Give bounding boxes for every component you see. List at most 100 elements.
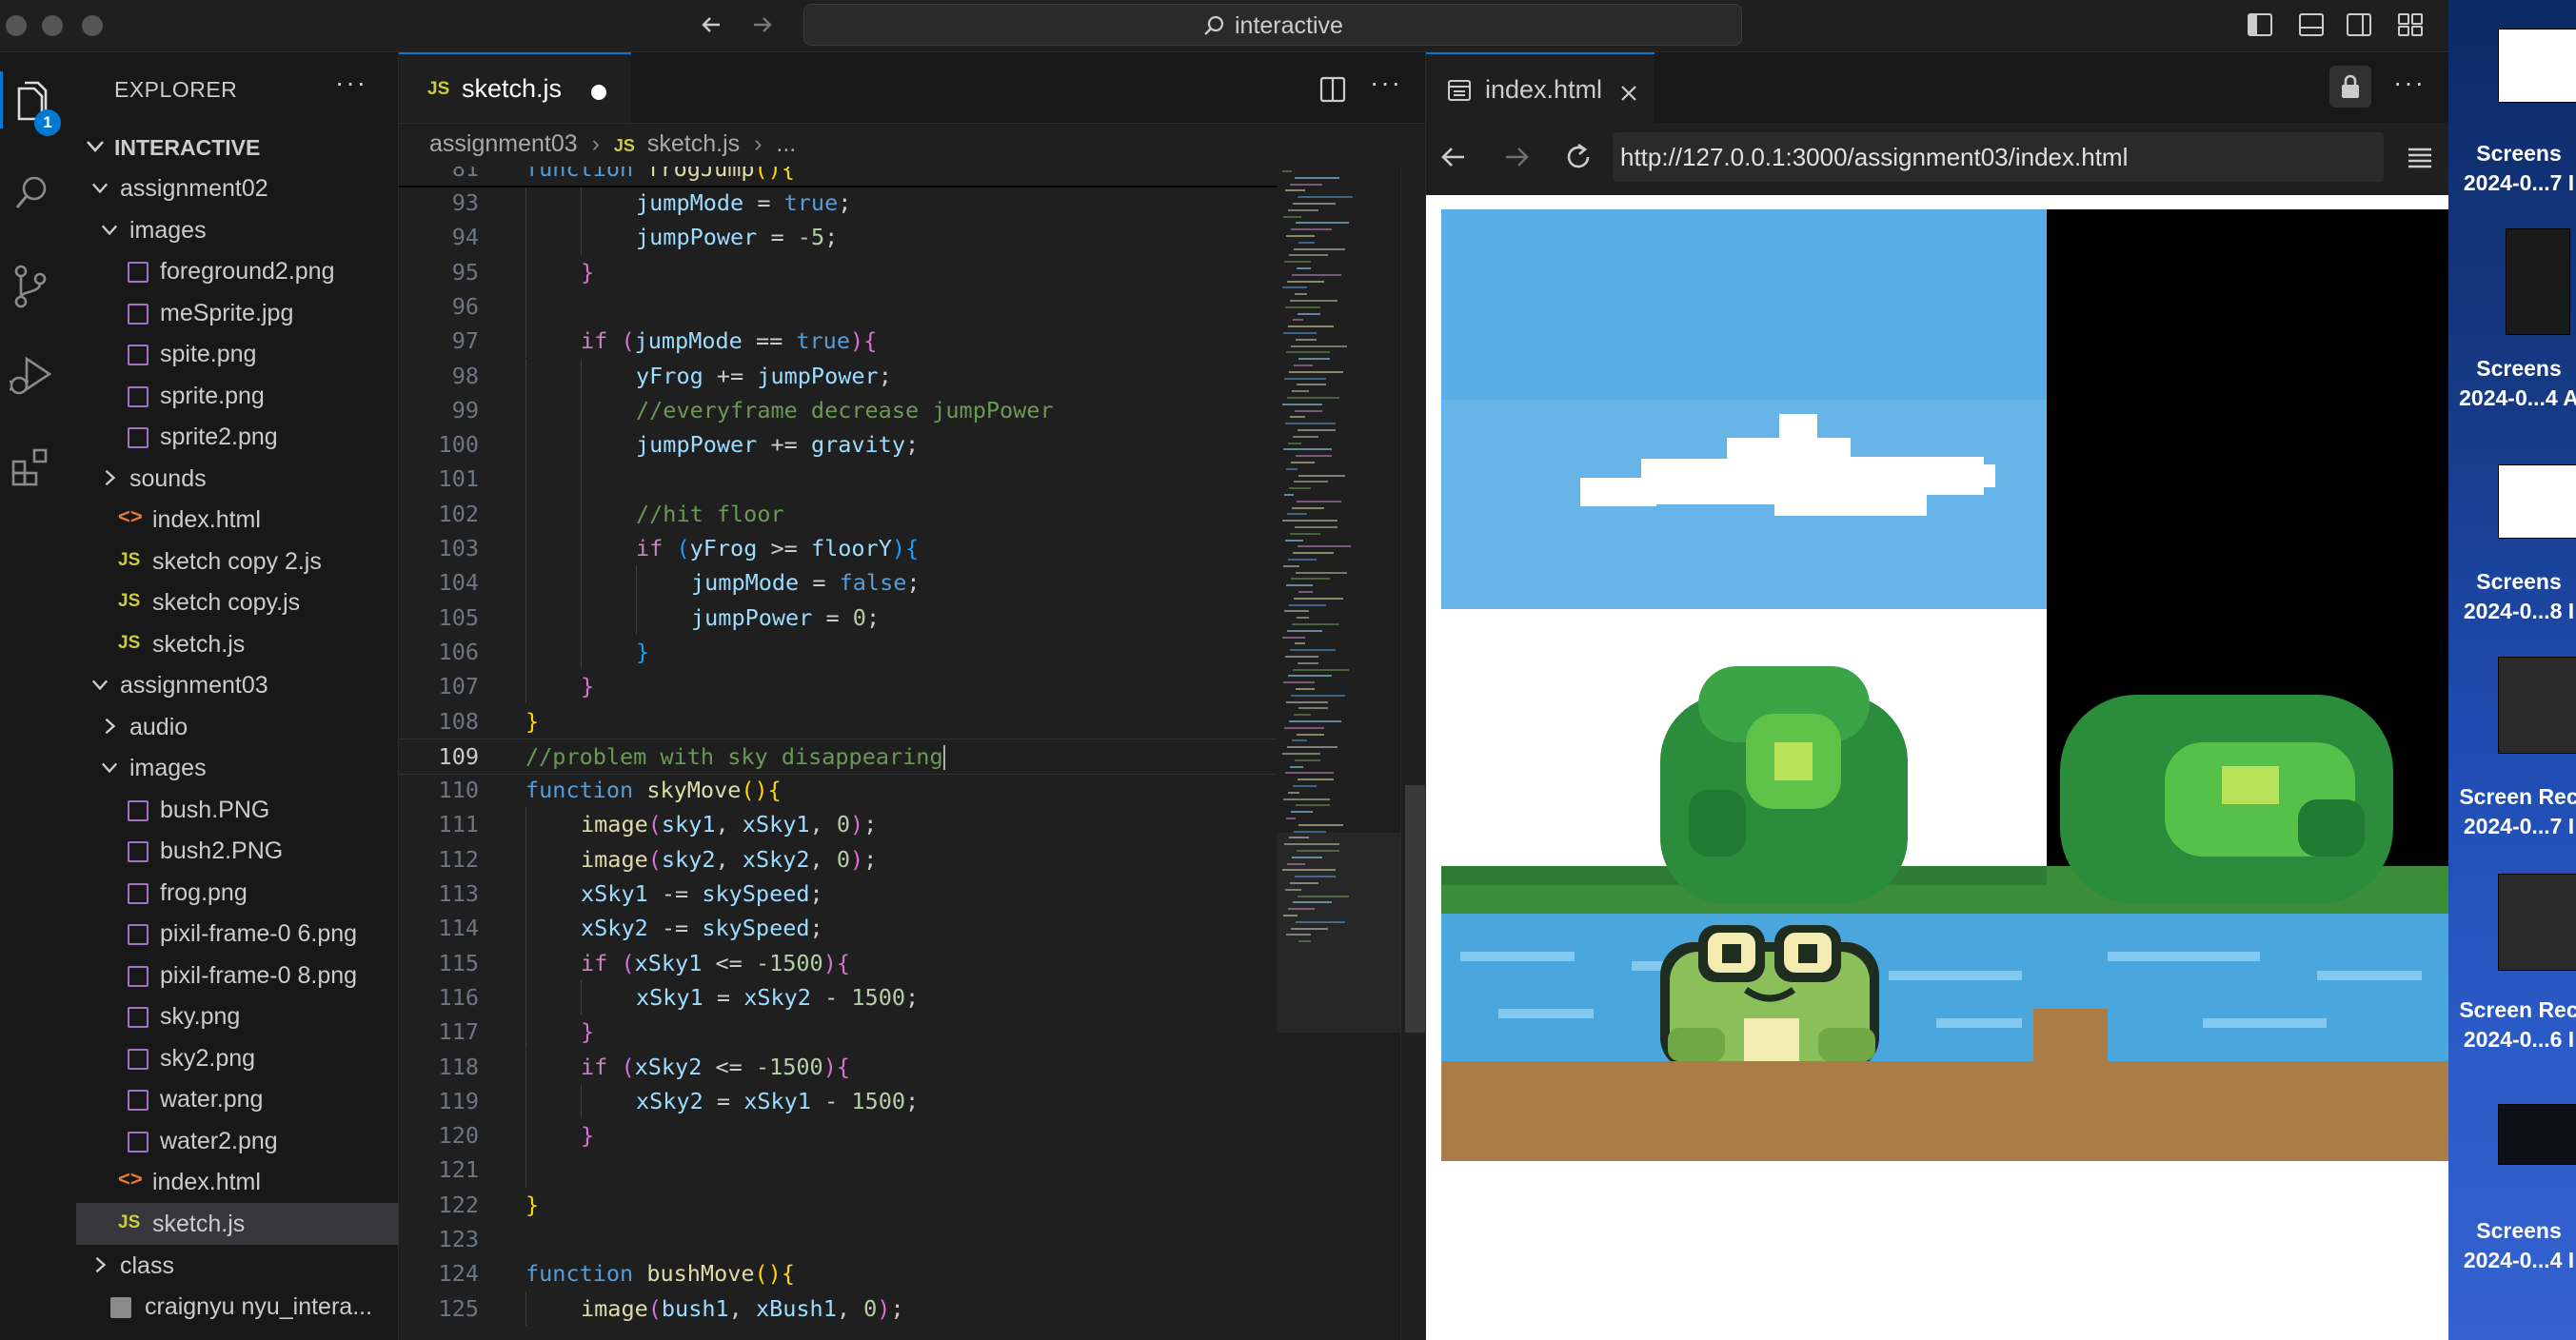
tree-item[interactable]: bush2.PNG [76,830,398,872]
forward-arrow-icon[interactable] [748,11,775,38]
back-arrow-icon[interactable] [1439,144,1468,170]
code-line[interactable]: 125 image(bush1, xBush1, 0); [399,1291,1277,1326]
explorer-more-icon[interactable]: ··· [335,68,367,98]
desktop-file-thumbnail[interactable] [2498,874,2576,971]
tree-item[interactable]: JS sketch.js [76,1203,398,1245]
code-line[interactable]: 120} [399,1118,1277,1153]
toggle-secondary-sidebar-icon[interactable] [2346,11,2372,38]
tree-item[interactable]: class [76,1245,398,1287]
tree-item[interactable]: sounds [76,458,398,500]
close-icon[interactable] [1620,85,1637,102]
unsaved-dot-icon[interactable] [591,85,606,100]
tree-item[interactable]: audio [76,706,398,748]
code-line[interactable]: 123 [399,1222,1277,1256]
code-line[interactable]: 107} [399,669,1277,704]
desktop-file-thumbnail[interactable] [2498,1104,2576,1165]
code-line[interactable]: 114 xSky2 -= skySpeed; [399,911,1277,946]
desktop-file-thumbnail[interactable] [2498,657,2576,754]
tree-item[interactable]: craignyu nyu_intera... [76,1286,398,1328]
tree-item[interactable]: <> index.html [76,1161,398,1203]
breadcrumb-file[interactable]: sketch.js [647,130,740,157]
code-line[interactable]: 101 [399,462,1277,497]
desktop-file-thumbnail[interactable] [2506,228,2570,335]
close-window-button[interactable] [6,15,27,36]
reload-icon[interactable] [1563,142,1594,172]
tree-root[interactable]: INTERACTIVE [76,126,398,168]
code-line[interactable]: 95} [399,254,1277,289]
scrollbar-thumb[interactable] [1405,785,1425,1033]
code-line[interactable]: 100 jumpPower += gravity; [399,427,1277,463]
tree-item[interactable]: water2.png [76,1120,398,1162]
code-line[interactable]: 106} [399,634,1277,670]
code-line[interactable]: 99 //everyframe decrease jumpPower [399,392,1277,428]
browser-more-icon[interactable]: ··· [2393,68,2426,98]
extensions-icon[interactable] [10,446,53,490]
minimap[interactable] [1277,167,1400,1340]
tree-item[interactable]: frog.png [76,872,398,914]
code-line[interactable]: 117} [399,1015,1277,1050]
minimize-window-button[interactable] [42,15,63,36]
split-editor-icon[interactable] [1318,75,1347,104]
tree-item[interactable]: pixil-frame-0 8.png [76,955,398,996]
open-external-menu-icon[interactable] [2407,146,2433,170]
toggle-panel-icon[interactable] [2298,11,2325,38]
code-line[interactable]: 102 //hit floor [399,496,1277,531]
game-canvas[interactable] [1441,209,2449,1161]
code-line[interactable]: 93 jumpMode = true; [399,186,1277,221]
tree-item[interactable]: JS sketch copy 2.js [76,541,398,582]
tree-item[interactable]: assignment02 [76,168,398,209]
code-line[interactable]: 113 xSky1 -= skySpeed; [399,877,1277,912]
breadcrumb-more[interactable]: ... [776,130,796,157]
tree-item[interactable]: sprite.png [76,375,398,417]
tree-item[interactable]: foreground2.png [76,250,398,292]
url-field[interactable]: http://127.0.0.1:3000/assignment03/index… [1613,132,2384,182]
tree-item[interactable]: sky.png [76,995,398,1037]
code-line[interactable]: 104 jumpMode = false; [399,565,1277,601]
code-line[interactable]: 116 xSky1 = xSky2 - 1500; [399,979,1277,1015]
tree-item[interactable]: water.png [76,1078,398,1120]
code-line[interactable]: 119 xSky2 = xSky1 - 1500; [399,1083,1277,1119]
maximize-window-button[interactable] [82,15,103,36]
tree-item[interactable]: sky2.png [76,1037,398,1079]
code-line[interactable]: 121 [399,1153,1277,1188]
tree-item[interactable]: <> index.html [76,499,398,541]
code-line[interactable]: 108} [399,704,1277,739]
desktop-file-thumbnail[interactable] [2498,464,2576,539]
lock-toggle-button[interactable] [2329,66,2371,108]
code-line[interactable]: 122} [399,1188,1277,1222]
tree-item[interactable]: images [76,209,398,251]
forward-arrow-icon[interactable] [1502,144,1531,170]
toggle-primary-sidebar-icon[interactable] [2247,11,2273,38]
code-line[interactable]: 118 if (xSky2 <= -1500){ [399,1049,1277,1084]
code-line[interactable]: 98 yFrog += jumpPower; [399,358,1277,393]
command-center-search[interactable]: interactive [803,4,1742,46]
editor-scrollbar[interactable] [1400,167,1425,1340]
sticky-scroll-line[interactable]: 81 function frogJump(){ [399,167,1277,187]
code-line[interactable]: 97 if (jumpMode == true){ [399,324,1277,359]
code-line[interactable]: 124 function bushMove(){ [399,1256,1277,1291]
desktop-file-thumbnail[interactable] [2498,29,2576,103]
code-line[interactable]: 109 //problem with sky disappearing [399,738,1277,775]
code-area[interactable]: 81 function frogJump(){93 jumpMode = true;… [399,167,1277,1340]
tab-sketch-js[interactable]: JS sketch.js [399,52,631,123]
search-icon[interactable] [13,174,51,212]
tree-item[interactable]: pixil-frame-0 6.png [76,913,398,955]
back-arrow-icon[interactable] [699,11,725,38]
tree-item[interactable]: images [76,747,398,789]
tree-item[interactable]: assignment03 [76,664,398,706]
customize-layout-icon[interactable] [2397,11,2424,38]
code-line[interactable]: 110 function skyMove(){ [399,773,1277,807]
tree-item[interactable]: sprite2.png [76,416,398,458]
code-line[interactable]: 111 image(sky1, xSky1, 0); [399,807,1277,842]
tree-item[interactable]: meSprite.jpg [76,292,398,334]
source-control-icon[interactable] [11,264,50,309]
tab-index-html[interactable]: index.html [1426,52,1655,123]
code-line[interactable]: 103 if (yFrog >= floorY){ [399,531,1277,566]
code-line[interactable]: 94 jumpPower = -5; [399,220,1277,255]
code-line[interactable]: 96 [399,288,1277,325]
editor-more-icon[interactable]: ··· [1370,68,1402,98]
tree-item[interactable]: spite.png [76,333,398,375]
breadcrumb-folder[interactable]: assignment03 [429,130,578,157]
code-line[interactable]: 112 image(sky2, xSky2, 0); [399,841,1277,877]
code-line[interactable]: 115 if (xSky1 <= -1500){ [399,945,1277,980]
